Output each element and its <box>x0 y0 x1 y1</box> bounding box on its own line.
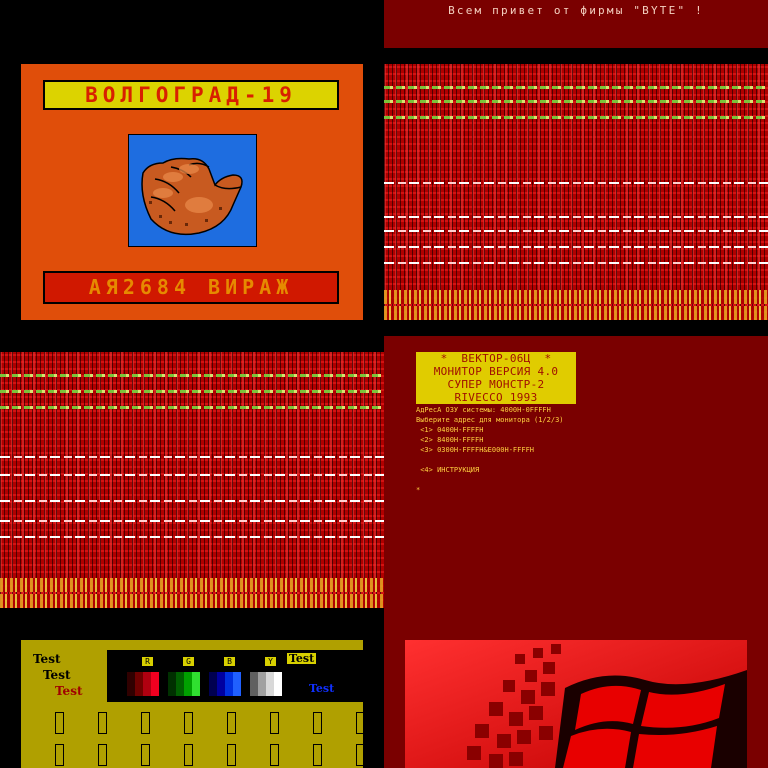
test-label: Test <box>43 668 71 682</box>
color-swatch-b <box>225 672 233 696</box>
test-box <box>356 744 365 766</box>
test-box <box>227 712 236 734</box>
test-box <box>141 744 150 766</box>
test-label: Test <box>55 684 83 698</box>
swatch-label-y: Y <box>265 657 276 666</box>
color-swatch-r <box>127 672 135 696</box>
test-box <box>313 744 322 766</box>
swatch-label-g: G <box>183 657 194 666</box>
volgograd-footer: АЯ2684 ВИРАЖ <box>43 271 339 304</box>
monitor-text-line: АдРесА ОЗУ системы: 4000Н-0FFFFН <box>416 406 551 414</box>
color-swatch-y <box>274 672 282 696</box>
monitor-header-line: * ВЕКТОР-06Ц * <box>416 352 576 365</box>
color-swatch-b <box>217 672 225 696</box>
test-box <box>98 744 107 766</box>
test-box <box>227 744 236 766</box>
color-swatch-b <box>233 672 241 696</box>
color-swatch-y <box>250 672 258 696</box>
color-swatch-r <box>135 672 143 696</box>
menu-option-3[interactable]: <3> 0300Н-FFFFН&E000Н-FFFFН <box>416 446 534 455</box>
panel-test-label: Test <box>287 652 317 665</box>
panel-test-label: Test <box>309 682 335 695</box>
flag-logo-screen <box>384 624 768 768</box>
color-swatch-panel: R G B Y Test Test <box>107 650 363 702</box>
fist-icon <box>141 157 243 236</box>
test-box <box>184 744 193 766</box>
menu-option-4[interactable]: <4> ИНСТРУКЦИЯ <box>416 466 479 475</box>
cursor-prompt: * <box>416 486 421 494</box>
volgograd-title: ВОЛГОГРАД-19 <box>43 80 339 110</box>
color-swatch-g <box>184 672 192 696</box>
monitor-screen: * ВЕКТОР-06Ц * МОНИТОР ВЕРСИЯ 4.0 СУПЕР … <box>384 336 768 624</box>
test-box <box>356 712 365 734</box>
test-screen-area: Test Test Test R G B Y Test Test <box>21 640 365 768</box>
test-box <box>141 712 150 734</box>
windows-flag-icon <box>405 640 747 768</box>
swatch-label-b: B <box>224 657 235 666</box>
color-swatch-y <box>258 672 266 696</box>
color-swatch-r <box>151 672 159 696</box>
test-box <box>270 712 279 734</box>
menu-option-2[interactable]: <2> 8400Н-FFFFН <box>416 436 483 445</box>
color-swatch-g <box>168 672 176 696</box>
color-swatch-g <box>176 672 184 696</box>
color-swatch-y <box>266 672 274 696</box>
test-box <box>98 712 107 734</box>
monitor-header-line: RIVECCO 1993 <box>416 391 576 404</box>
test-box <box>55 744 64 766</box>
color-swatch-g <box>192 672 200 696</box>
monitor-header-line: МОНИТОР ВЕРСИЯ 4.0 <box>416 365 576 378</box>
test-box <box>313 712 322 734</box>
test-box <box>55 712 64 734</box>
monitor-header-line: СУПЕР МОНСТР-2 <box>416 378 576 391</box>
noise-pattern <box>0 352 384 608</box>
greeting-banner-screen: Всем привет от фирмы "BYTE" ! <box>384 0 768 48</box>
test-label: Test <box>33 652 61 666</box>
volgograd-screen-area: ВОЛГОГРАД-19 АЯ2684 ВИРАЖ <box>21 64 363 320</box>
volgograd-screen: ВОЛГОГРАД-19 АЯ2684 ВИРАЖ <box>0 48 384 336</box>
color-swatch-r <box>143 672 151 696</box>
color-swatch-b <box>209 672 217 696</box>
monitor-text-line: Выберите адрес для монитора (1/2/3) <box>416 416 564 424</box>
greeting-text: Всем привет от фирмы "BYTE" ! <box>448 4 704 17</box>
noise-pattern <box>384 64 768 320</box>
noise-screen-1 <box>384 48 768 336</box>
flag-logo-area <box>405 640 747 768</box>
menu-option-1[interactable]: <1> 0400Н-FFFFН <box>416 426 483 435</box>
test-box <box>184 712 193 734</box>
blank-panel <box>0 0 384 48</box>
swatch-label-r: R <box>142 657 153 666</box>
pointing-fist-image <box>128 134 257 247</box>
test-box <box>270 744 279 766</box>
test-screen: Test Test Test R G B Y Test Test <box>0 624 384 768</box>
noise-screen-2 <box>0 336 384 624</box>
